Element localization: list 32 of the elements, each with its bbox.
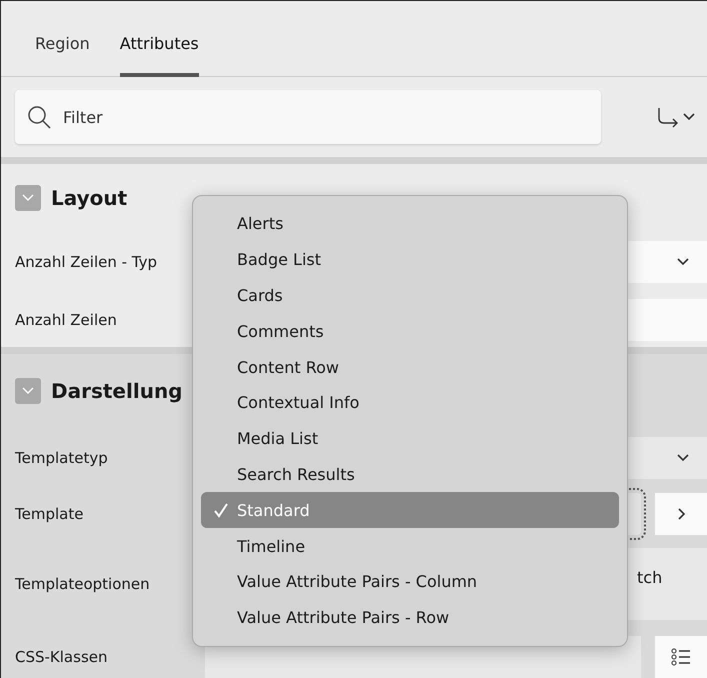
checkmark-icon (213, 502, 229, 518)
field-label: Anzahl Zeilen (15, 310, 118, 328)
section-title: Layout (51, 186, 128, 210)
option-text: tch (637, 568, 662, 587)
go-to-button[interactable] (657, 106, 697, 128)
menu-item[interactable]: Comments (201, 313, 619, 350)
field-label: Template (15, 505, 84, 523)
list-button[interactable] (655, 636, 707, 678)
section-title: Darstellung (51, 379, 182, 403)
field-label: Templateoptionen (15, 575, 151, 593)
search-icon (27, 105, 51, 129)
filter-field[interactable]: Filter (15, 90, 601, 144)
menu-item[interactable]: Timeline (201, 528, 619, 564)
menu-item[interactable]: Media List (201, 420, 619, 457)
menu-item[interactable]: Value Attribute Pairs - Column (201, 564, 619, 600)
menu-item[interactable]: Contextual Info (201, 384, 619, 421)
collapse-toggle[interactable] (15, 185, 41, 211)
field-label: CSS-Klassen (15, 648, 108, 666)
list-icon (671, 647, 691, 667)
menu-item[interactable]: Cards (201, 278, 619, 314)
menu-item[interactable]: Standard (201, 492, 619, 528)
menu-item[interactable]: Badge List (201, 242, 619, 278)
tab[interactable]: Region (35, 34, 90, 77)
collapse-toggle[interactable] (15, 378, 41, 404)
field-label: Templatetyp (15, 449, 109, 467)
field-label: Anzahl Zeilen - Typ (15, 253, 158, 271)
menu-item[interactable]: Alerts (201, 206, 619, 242)
menu-item[interactable]: Search Results (201, 456, 619, 492)
menu-item[interactable]: Content Row (201, 349, 619, 385)
menu-item[interactable]: Value Attribute Pairs - Row (201, 600, 619, 636)
tab[interactable]: Attributes (120, 34, 199, 77)
arrow-icon (657, 106, 679, 128)
